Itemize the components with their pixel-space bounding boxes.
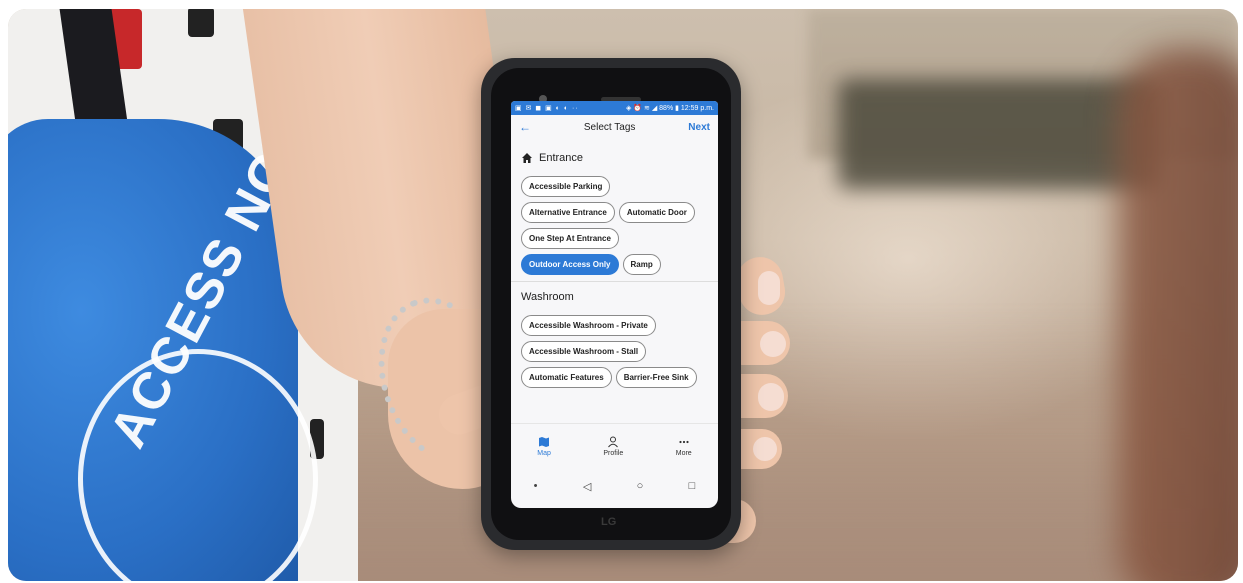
tag-chip-alternative-entrance[interactable]: Alternative Entrance	[521, 202, 615, 223]
app-bar: ← Select Tags Next	[511, 115, 718, 139]
map-icon	[539, 436, 550, 447]
background-person	[1118, 49, 1238, 581]
tag-chip-washroom-stall[interactable]: Accessible Washroom - Stall	[521, 341, 647, 362]
phone-screen: ▣ ✉ ◼ ▣ ◐ ◐ ·· ◈ ⏰ ≋ ◢ 88% ▮ 12:59 p.m. …	[511, 101, 718, 508]
status-right: ◈ ⏰ ≋ ◢ 88% ▮ 12:59 p.m.	[626, 105, 714, 112]
fingernail	[758, 271, 780, 305]
entrance-tags: Accessible Parking Alternative Entrance …	[511, 169, 718, 275]
tag-chip-automatic-door[interactable]: Automatic Door	[618, 202, 695, 223]
fingernail	[753, 437, 777, 461]
washroom-section-header: Washroom	[511, 286, 718, 308]
entrance-section-header: Entrance	[511, 147, 718, 169]
nav-item-map[interactable]: Map	[537, 436, 551, 457]
dot-icon: •	[533, 480, 538, 492]
next-button[interactable]: Next	[688, 122, 710, 133]
nav-label-more: More	[675, 449, 692, 457]
nav-item-more[interactable]: More	[676, 436, 692, 457]
tag-chip-barrier-free-sink[interactable]: Barrier-Free Sink	[615, 367, 697, 388]
page-title: Select Tags	[583, 121, 636, 133]
tag-chip-accessible-parking[interactable]: Accessible Parking	[521, 176, 611, 197]
washroom-tags: Accessible Washroom - Private Accessible…	[511, 308, 718, 388]
tag-chip-automatic-features[interactable]: Automatic Features	[521, 367, 612, 388]
tag-chip-ramp[interactable]: Ramp	[622, 254, 661, 275]
brand-logo: LG	[601, 516, 617, 528]
bottom-navigation: Map Profile More	[511, 423, 718, 468]
background-bench	[838, 79, 1158, 189]
section-title-washroom: Washroom	[521, 291, 574, 303]
home-circle-icon[interactable]: ○	[637, 480, 644, 492]
profile-icon	[608, 436, 619, 447]
back-arrow-icon[interactable]: ←	[519, 120, 531, 134]
status-bar: ▣ ✉ ◼ ▣ ◐ ◐ ·· ◈ ⏰ ≋ ◢ 88% ▮ 12:59 p.m.	[511, 101, 718, 115]
tag-chip-one-step[interactable]: One Step At Entrance	[521, 228, 619, 249]
fingernail	[760, 331, 786, 357]
tag-chip-outdoor-access-only[interactable]: Outdoor Access Only	[521, 254, 619, 275]
shirt-print	[188, 9, 214, 37]
home-icon	[522, 153, 532, 163]
system-navigation: • ◁ ○ □	[511, 471, 718, 501]
fingernail	[758, 383, 784, 411]
tag-chip-washroom-private[interactable]: Accessible Washroom - Private	[521, 315, 656, 336]
nav-label-map: Map	[537, 449, 551, 457]
nav-label-profile: Profile	[603, 449, 624, 457]
recents-square-icon[interactable]: □	[689, 480, 696, 492]
nav-item-profile[interactable]: Profile	[603, 436, 623, 457]
section-title-entrance: Entrance	[539, 152, 584, 164]
notification-icons: ▣ ✉ ◼ ▣ ◐ ◐ ··	[515, 105, 579, 112]
back-triangle-icon[interactable]: ◁	[583, 480, 591, 493]
more-dots-icon	[679, 440, 689, 443]
section-divider	[511, 281, 718, 282]
